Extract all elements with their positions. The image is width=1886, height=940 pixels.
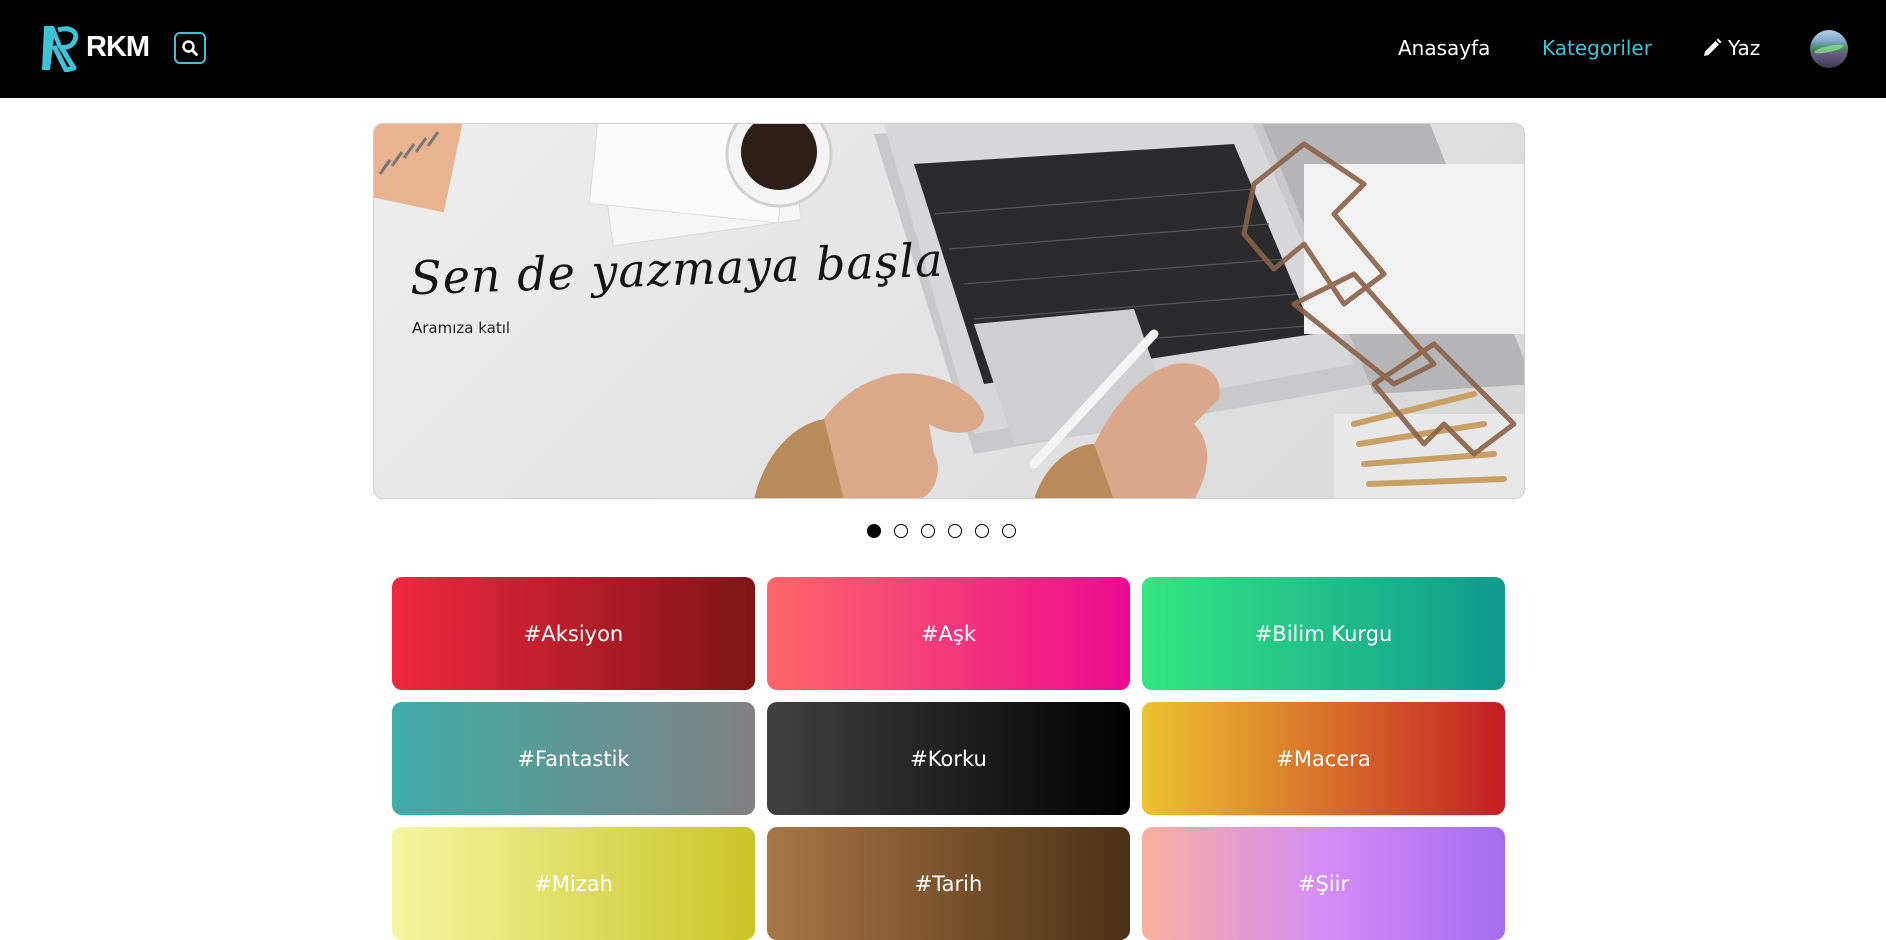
navbar: RKM Anasayfa Kategoriler Yaz bbox=[0, 0, 1886, 98]
carousel-dot-6[interactable] bbox=[1002, 524, 1016, 538]
hero-banner[interactable]: Sen de yazmaya başla Aramıza katıl bbox=[373, 123, 1525, 499]
carousel-indicators bbox=[867, 524, 1029, 540]
category-label: #Şiir bbox=[1297, 871, 1350, 896]
category-label: #Korku bbox=[910, 746, 987, 771]
category-card-fantastik[interactable]: #Fantastik bbox=[392, 702, 755, 815]
category-card-tarih[interactable]: #Tarih bbox=[767, 827, 1130, 940]
logo-text: RKM bbox=[86, 30, 150, 63]
nav-link-categories[interactable]: Kategoriler bbox=[1542, 34, 1652, 62]
avatar[interactable] bbox=[1810, 30, 1848, 68]
category-label: #Fantastik bbox=[517, 746, 630, 771]
category-label: #Aşk bbox=[920, 621, 977, 646]
category-label: #Bilim Kurgu bbox=[1254, 621, 1393, 646]
category-card-ask[interactable]: #Aşk bbox=[767, 577, 1130, 690]
banner-illustration bbox=[374, 124, 1524, 498]
category-card-macera[interactable]: #Macera bbox=[1142, 702, 1505, 815]
category-label: #Aksiyon bbox=[523, 621, 624, 646]
carousel-dot-1[interactable] bbox=[867, 524, 881, 538]
category-grid: #Aksiyon #Aşk #Bilim Kurgu #Fantastik #K… bbox=[392, 577, 1506, 940]
category-card-siir[interactable]: #Şiir bbox=[1142, 827, 1505, 940]
logo-icon bbox=[42, 26, 79, 72]
category-card-aksiyon[interactable]: #Aksiyon bbox=[392, 577, 755, 690]
carousel-dot-4[interactable] bbox=[948, 524, 962, 538]
search-button[interactable] bbox=[174, 32, 206, 64]
carousel-dot-5[interactable] bbox=[975, 524, 989, 538]
banner-subtitle: Aramıza katıl bbox=[412, 319, 511, 337]
category-label: #Tarih bbox=[914, 871, 983, 896]
carousel-dot-2[interactable] bbox=[894, 524, 908, 538]
category-label: #Mizah bbox=[534, 871, 613, 896]
nav-link-home[interactable]: Anasayfa bbox=[1398, 34, 1490, 62]
logo[interactable]: RKM bbox=[40, 24, 150, 72]
nav-link-write-label: Yaz bbox=[1728, 36, 1761, 60]
nav-link-write[interactable]: Yaz bbox=[1702, 34, 1760, 62]
search-icon bbox=[182, 40, 198, 56]
pencil-icon bbox=[1704, 38, 1722, 56]
category-card-bilim-kurgu[interactable]: #Bilim Kurgu bbox=[1142, 577, 1505, 690]
category-card-korku[interactable]: #Korku bbox=[767, 702, 1130, 815]
category-label: #Macera bbox=[1276, 746, 1371, 771]
carousel-dot-3[interactable] bbox=[921, 524, 935, 538]
category-card-mizah[interactable]: #Mizah bbox=[392, 827, 755, 940]
